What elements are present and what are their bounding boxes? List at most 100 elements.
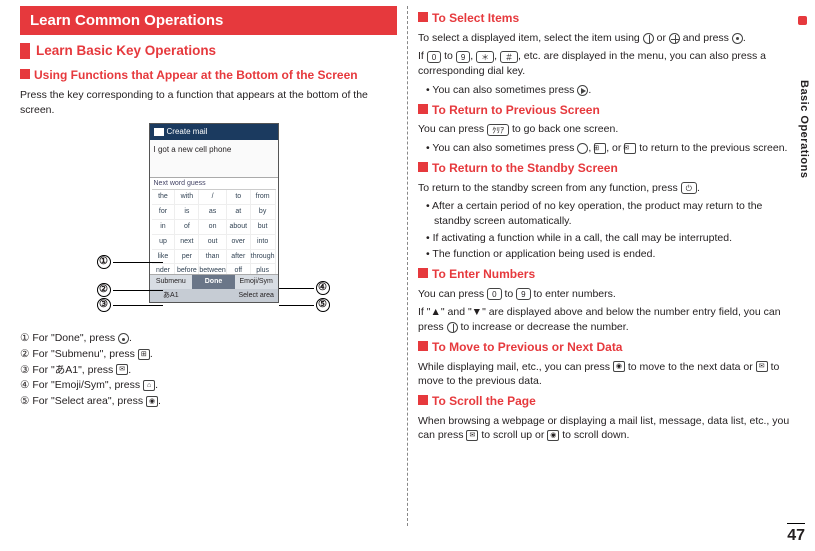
predict-cell: over (227, 235, 251, 250)
scroll-body: When browsing a webpage or displaying a … (418, 414, 795, 443)
web-key-icon: ◉ (547, 430, 559, 441)
back-key-icon (577, 143, 588, 154)
chapter-title: Learn Common Operations (20, 6, 397, 35)
key-9: 9 (456, 51, 470, 63)
predict-cell: by (251, 205, 276, 220)
predict-cell: as (199, 205, 226, 220)
square-bullet-icon (418, 12, 428, 22)
h-numbers: To Enter Numbers (432, 266, 535, 283)
right-column: To Select Items To select a displayed it… (408, 0, 815, 526)
web-key-icon: ◉ (613, 361, 625, 372)
softkey-done: Done (192, 274, 235, 289)
side-tab-marker (798, 16, 807, 25)
center-key-icon (732, 33, 743, 44)
select-body: To select a displayed item, select the i… (418, 31, 795, 46)
predict-cell: after (227, 250, 251, 265)
callout-4: ④ (279, 281, 330, 295)
phone-header: Create mail (150, 124, 278, 139)
predict-cell: through (251, 250, 276, 265)
predict-cell: into (251, 235, 276, 250)
select-body2: If 0 to 9, ＊, ＃, etc. are displayed in t… (418, 49, 795, 78)
predict-cell: up (152, 235, 176, 250)
callout-1: ① (97, 255, 163, 269)
key-hash: ＃ (500, 51, 518, 63)
predict-cell: out (199, 235, 226, 250)
center-key-icon (118, 333, 129, 344)
mail-key-icon: ✉ (756, 361, 768, 372)
predict-cell: from (251, 190, 276, 205)
num-body2: If "▲" and "▼" are displayed above and b… (418, 305, 795, 334)
phone-softkeys: Submenu Done Emoji/Sym あA1 Select area (150, 274, 278, 303)
predict-cell: the (152, 190, 176, 205)
h-return: To Return to Previous Screen (432, 102, 600, 119)
phone-message: I got a new cell phone (150, 140, 278, 178)
side-tab: Basic Operations (796, 80, 811, 178)
end-key: ⏻ (681, 182, 697, 194)
predict-cell: per (175, 250, 199, 265)
updown-key-icon (643, 33, 654, 44)
callout-2: ② (97, 283, 163, 297)
right-key-icon (577, 85, 588, 96)
dpad-key-icon (669, 33, 680, 44)
callout-5: ⑤ (279, 298, 330, 312)
predict-cell: but (251, 220, 276, 235)
using-body: Press the key corresponding to a functio… (20, 88, 397, 117)
predict-cell: to (227, 190, 251, 205)
return-bullet: • You can also sometimes press , ⊞, or ✉… (426, 141, 795, 156)
predict-cell: / (199, 190, 226, 205)
key-0: 0 (487, 288, 501, 300)
phone-screenshot: Create mail I got a new cell phone Next … (149, 123, 279, 303)
predict-cell: than (199, 250, 226, 265)
square-bullet-icon (418, 268, 428, 278)
return-body: You can press ｸﾘｱ to go back one screen. (418, 122, 795, 137)
mail-key-icon: ✉ (624, 143, 636, 154)
standby-bullet3: • The function or application being used… (426, 247, 795, 262)
predict-cell: on (199, 220, 226, 235)
move-body: While displaying mail, etc., you can pre… (418, 360, 795, 389)
predict-cell: is (175, 205, 199, 220)
softkey-blank (192, 289, 235, 303)
phone-grid: thewith/tofrom forisasatby inofonaboutbut u… (150, 189, 278, 279)
section-basic: Learn Basic Key Operations (20, 43, 397, 59)
key-star: ＊ (476, 51, 494, 63)
key-9: 9 (516, 288, 530, 300)
mail-key-icon: ✉ (466, 430, 478, 441)
app-key-icon: ⊞ (594, 143, 606, 154)
camera-key-icon: ⌂ (143, 380, 155, 391)
predict-cell: at (227, 205, 251, 220)
predict-cell: with (175, 190, 199, 205)
predict-cell: in (152, 220, 176, 235)
predict-cell: for (152, 205, 176, 220)
standby-bullet1: • After a certain period of no key opera… (426, 199, 795, 228)
phone-header-text: Create mail (167, 126, 208, 137)
h-scroll: To Scroll the Page (432, 393, 536, 410)
square-bullet-icon (418, 341, 428, 351)
select-bullet: • You can also sometimes press . (426, 83, 795, 98)
num-body: You can press 0 to 9 to enter numbers. (418, 287, 795, 302)
left-column: Learn Common Operations Learn Basic Key … (0, 0, 407, 526)
phone-predict-label: Next word guess (150, 178, 278, 190)
softkey-selectarea: Select area (235, 289, 278, 303)
softkey-emoji: Emoji/Sym (235, 274, 278, 289)
callout-3: ③ (97, 298, 163, 312)
square-bullet-icon (20, 69, 30, 79)
key-0: 0 (427, 51, 441, 63)
updown-key-icon (447, 322, 458, 333)
predict-cell: about (227, 220, 251, 235)
h-move: To Move to Previous or Next Data (432, 339, 622, 356)
h-standby: To Return to the Standby Screen (432, 160, 618, 177)
square-bullet-icon (418, 162, 428, 172)
clear-key: ｸﾘｱ (487, 124, 509, 136)
h-select: To Select Items (432, 10, 519, 27)
standby-bullet2: • If activating a function while in a ca… (426, 231, 795, 246)
manual-page: Learn Common Operations Learn Basic Key … (0, 0, 815, 526)
predict-cell: next (175, 235, 199, 250)
predict-cell: of (175, 220, 199, 235)
page-number: 47 (787, 523, 805, 547)
mail-key-icon: ✉ (116, 364, 128, 375)
mail-icon (154, 128, 164, 136)
subsection-using-title: Using Functions that Appear at the Botto… (34, 67, 358, 84)
square-bullet-icon (418, 104, 428, 114)
app-key-icon: ⊞ (138, 349, 150, 360)
standby-body: To return to the standby screen from any… (418, 181, 795, 196)
